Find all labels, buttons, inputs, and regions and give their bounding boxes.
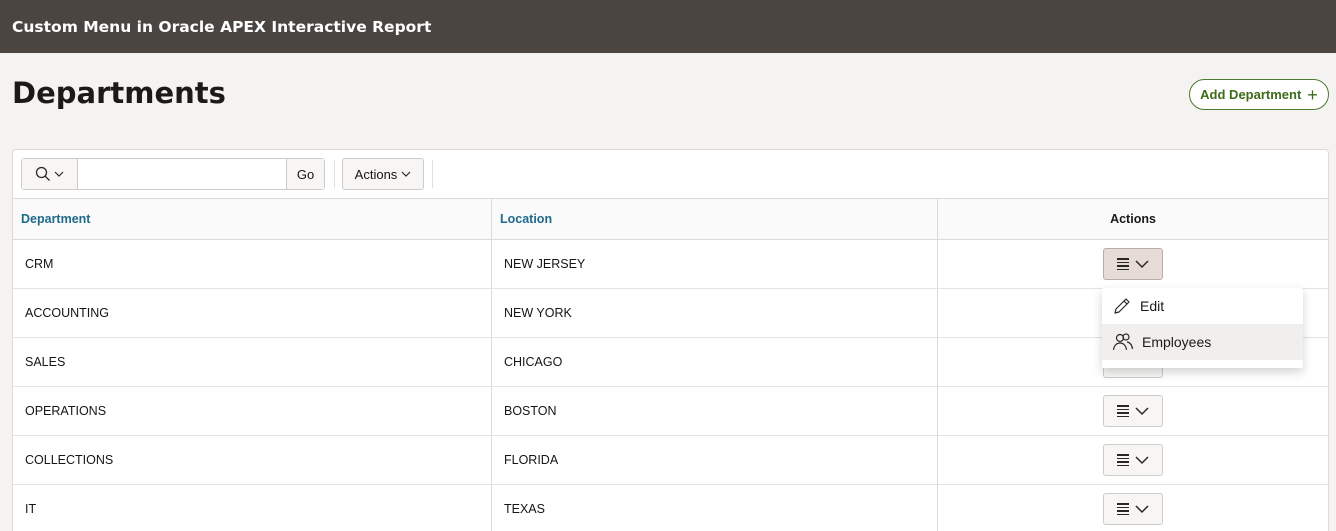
cell-location: NEW JERSEY (492, 240, 938, 288)
grid-header-row: Department Location Actions (13, 199, 1328, 240)
go-label: Go (296, 166, 315, 182)
app-title: Custom Menu in Oracle APEX Interactive R… (12, 17, 432, 36)
cell-location: TEXAS (492, 485, 938, 531)
hamburger-icon (1117, 503, 1129, 515)
row-menu-button[interactable] (1103, 248, 1163, 280)
add-department-button[interactable]: Add Department + (1189, 79, 1329, 110)
hamburger-icon (1117, 258, 1129, 270)
chevron-down-icon (1135, 260, 1149, 269)
table-row: CRM NEW JERSEY (13, 240, 1328, 289)
row-menu-button[interactable] (1103, 395, 1163, 427)
plus-icon: + (1307, 84, 1318, 105)
toolbar-divider (432, 160, 433, 188)
menu-item-label: Employees (1142, 334, 1212, 350)
menu-item-label: Edit (1140, 298, 1165, 314)
menu-item-employees[interactable]: Employees (1102, 324, 1303, 360)
add-department-label: Add Department (1200, 87, 1302, 102)
cell-department: IT (13, 485, 492, 531)
chevron-down-icon (1135, 505, 1149, 514)
cell-department: ACCOUNTING (13, 289, 492, 337)
row-menu-button[interactable] (1103, 444, 1163, 476)
row-menu-button[interactable] (1103, 493, 1163, 525)
search-bar: Go (21, 158, 325, 190)
header-location[interactable]: Location (492, 199, 938, 239)
table-row: COLLECTIONS FLORIDA (13, 436, 1328, 485)
app-header: Custom Menu in Oracle APEX Interactive R… (0, 0, 1336, 53)
cell-actions (938, 436, 1328, 484)
go-button[interactable]: Go (286, 159, 324, 189)
cell-department: SALES (13, 338, 492, 386)
report-toolbar: Go Actions (13, 150, 1328, 199)
cell-location: FLORIDA (492, 436, 938, 484)
pencil-icon (1114, 298, 1130, 314)
cell-actions (938, 240, 1328, 288)
header-department[interactable]: Department (13, 199, 492, 239)
cell-department: CRM (13, 240, 492, 288)
hamburger-icon (1117, 454, 1129, 466)
table-row: IT TEXAS (13, 485, 1328, 531)
actions-menu-button[interactable]: Actions (342, 158, 424, 190)
row-actions-menu: Edit Employees (1102, 288, 1303, 368)
search-input[interactable] (78, 159, 286, 189)
menu-item-edit[interactable]: Edit (1102, 288, 1303, 324)
header-actions: Actions (1110, 212, 1156, 226)
cell-location: BOSTON (492, 387, 938, 435)
cell-department: OPERATIONS (13, 387, 492, 435)
chevron-down-icon (54, 171, 64, 177)
cell-location: NEW YORK (492, 289, 938, 337)
cell-actions (938, 485, 1328, 531)
chevron-down-icon (1135, 456, 1149, 465)
hamburger-icon (1117, 405, 1129, 417)
cell-actions (938, 387, 1328, 435)
cell-location: CHICAGO (492, 338, 938, 386)
search-column-selector[interactable] (22, 159, 78, 189)
cell-department: COLLECTIONS (13, 436, 492, 484)
chevron-down-icon (1135, 407, 1149, 416)
chevron-down-icon (401, 171, 411, 177)
toolbar-divider (334, 160, 335, 188)
actions-label: Actions (354, 166, 398, 182)
table-row: OPERATIONS BOSTON (13, 387, 1328, 436)
page-title: Departments (12, 76, 226, 110)
users-icon (1112, 333, 1134, 351)
search-icon (35, 166, 50, 181)
